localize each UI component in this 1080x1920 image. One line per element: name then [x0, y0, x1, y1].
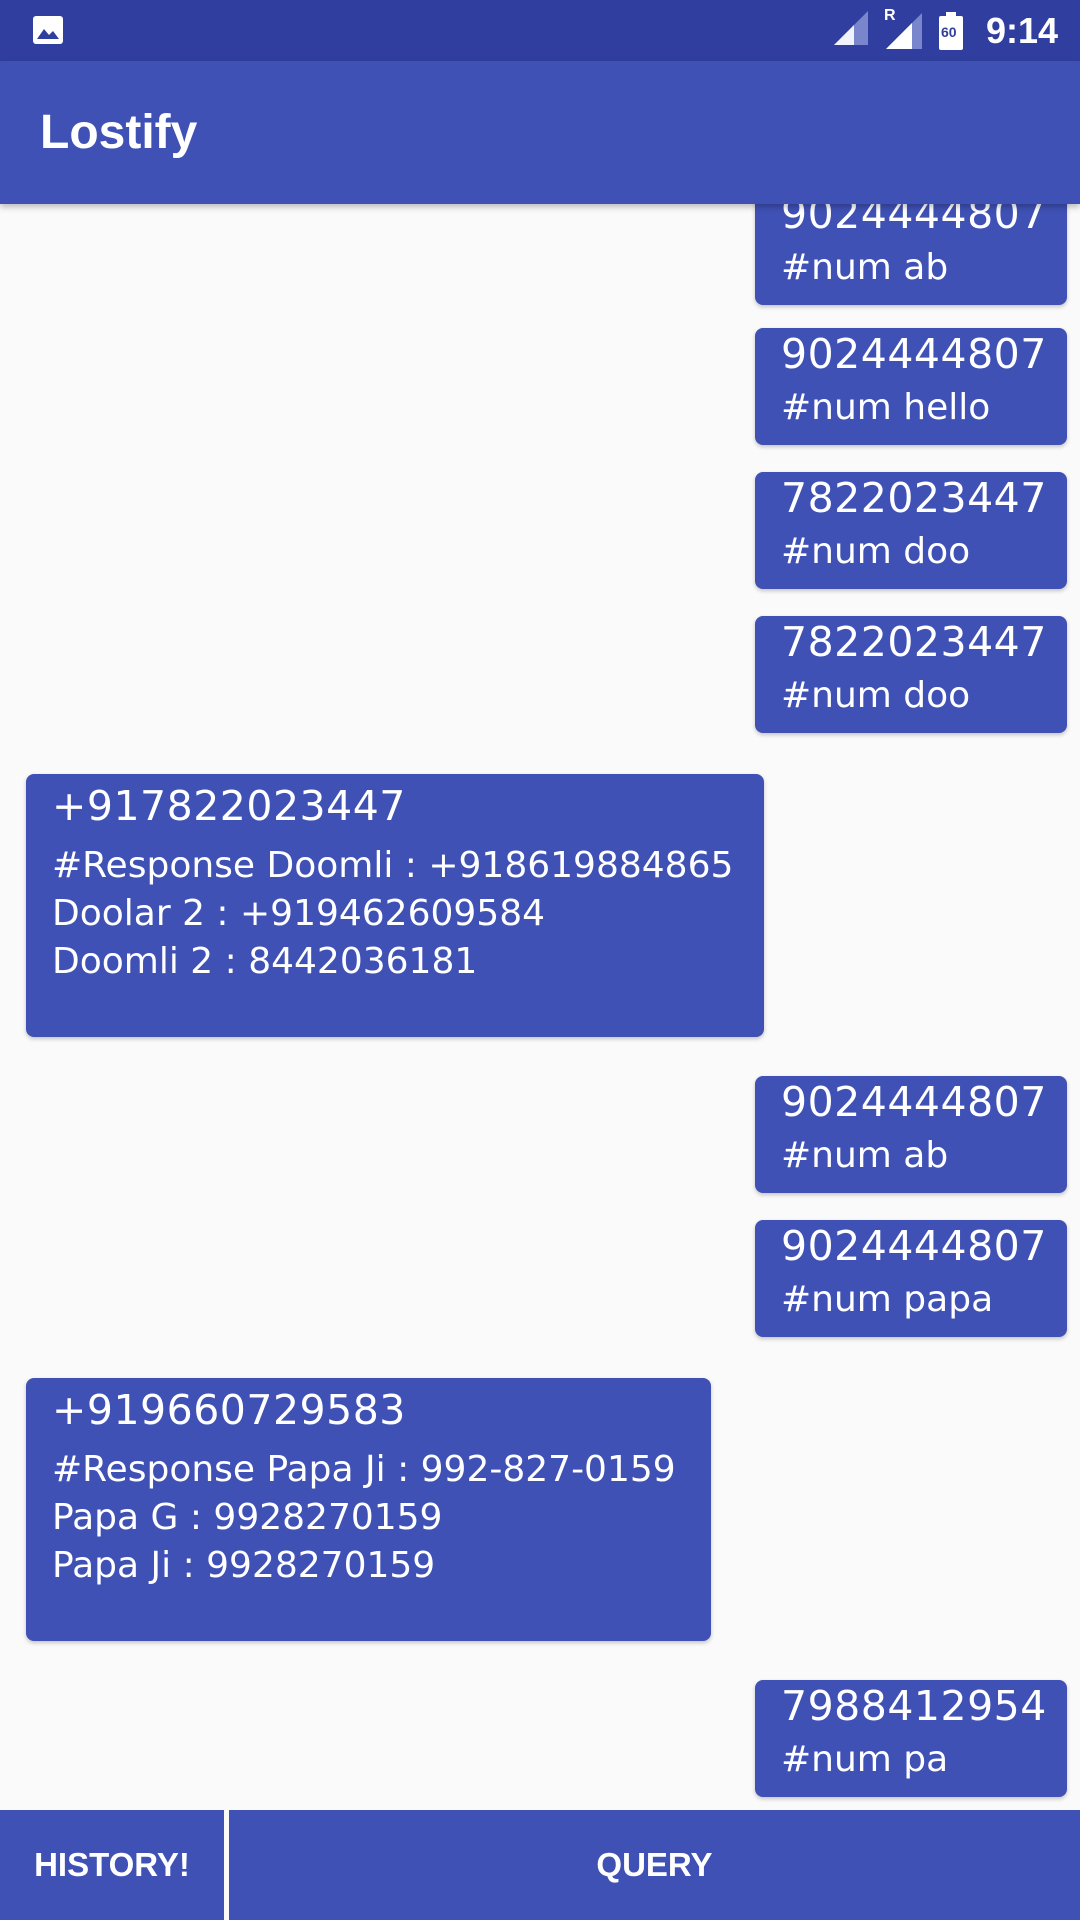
message-bubble-sent[interactable]: 7988412954 #num pa — [755, 1680, 1067, 1797]
signal-icon — [832, 9, 870, 52]
status-icons: R 60 9:14 — [832, 0, 1058, 61]
app-bar: Lostify — [0, 61, 1080, 204]
roaming-label: R — [883, 6, 896, 24]
message-bubble-sent[interactable]: 7822023447 #num doo — [755, 616, 1067, 733]
message-text: #num doo — [781, 675, 971, 716]
message-number: 9024444807 — [781, 1078, 1047, 1126]
message-text: #num ab — [781, 1135, 949, 1176]
battery-icon: 60 — [938, 11, 964, 51]
message-bubble-sent[interactable]: 9024444807 #num ab — [755, 204, 1067, 305]
message-number: 9024444807 — [781, 1222, 1047, 1270]
message-number: 7988412954 — [781, 1682, 1047, 1730]
chat-screen: R 60 9:14 Lostify 9024444807 #num ab 902… — [0, 0, 1080, 1920]
message-bubble-sent[interactable]: 9024444807 #num papa — [755, 1220, 1067, 1337]
message-text: #num pa — [781, 1739, 949, 1780]
message-text: #Response Papa Ji : 992-827-0159 Papa G … — [52, 1449, 676, 1586]
message-bubble-received[interactable]: +917822023447 #Response Doomli : +918619… — [26, 774, 764, 1037]
bottom-button-bar: HISTORY! QUERY — [0, 1810, 1080, 1920]
message-bubble-sent[interactable]: 9024444807 #num ab — [755, 1076, 1067, 1193]
message-text: #num hello — [781, 387, 991, 428]
message-bubble-received[interactable]: +919660729583 #Response Papa Ji : 992-82… — [26, 1378, 711, 1641]
battery-level: 60 — [940, 23, 957, 40]
message-number: 9024444807 — [781, 330, 1047, 378]
message-bubble-sent[interactable]: 9024444807 #num hello — [755, 328, 1067, 445]
roaming-signal-icon: R — [884, 7, 924, 51]
message-number: +917822023447 — [52, 782, 406, 830]
message-text: #num ab — [781, 247, 949, 288]
message-number: 9024444807 — [781, 204, 1047, 238]
status-bar: R 60 9:14 — [0, 0, 1080, 61]
message-text: #num papa — [781, 1279, 994, 1320]
message-text: #num doo — [781, 531, 971, 572]
message-bubble-sent[interactable]: 7822023447 #num doo — [755, 472, 1067, 589]
message-list[interactable]: 9024444807 #num ab 9024444807 #num hello… — [0, 204, 1080, 1810]
status-time: 9:14 — [985, 9, 1058, 51]
query-button[interactable]: QUERY — [229, 1810, 1080, 1920]
image-icon — [32, 14, 64, 46]
message-number: 7822023447 — [781, 618, 1047, 666]
message-number: 7822023447 — [781, 474, 1047, 522]
app-title: Lostify — [40, 106, 198, 159]
history-button[interactable]: HISTORY! — [0, 1810, 224, 1920]
message-text: #Response Doomli : +918619884865 Doolar … — [52, 845, 734, 982]
message-number: +919660729583 — [52, 1386, 406, 1434]
